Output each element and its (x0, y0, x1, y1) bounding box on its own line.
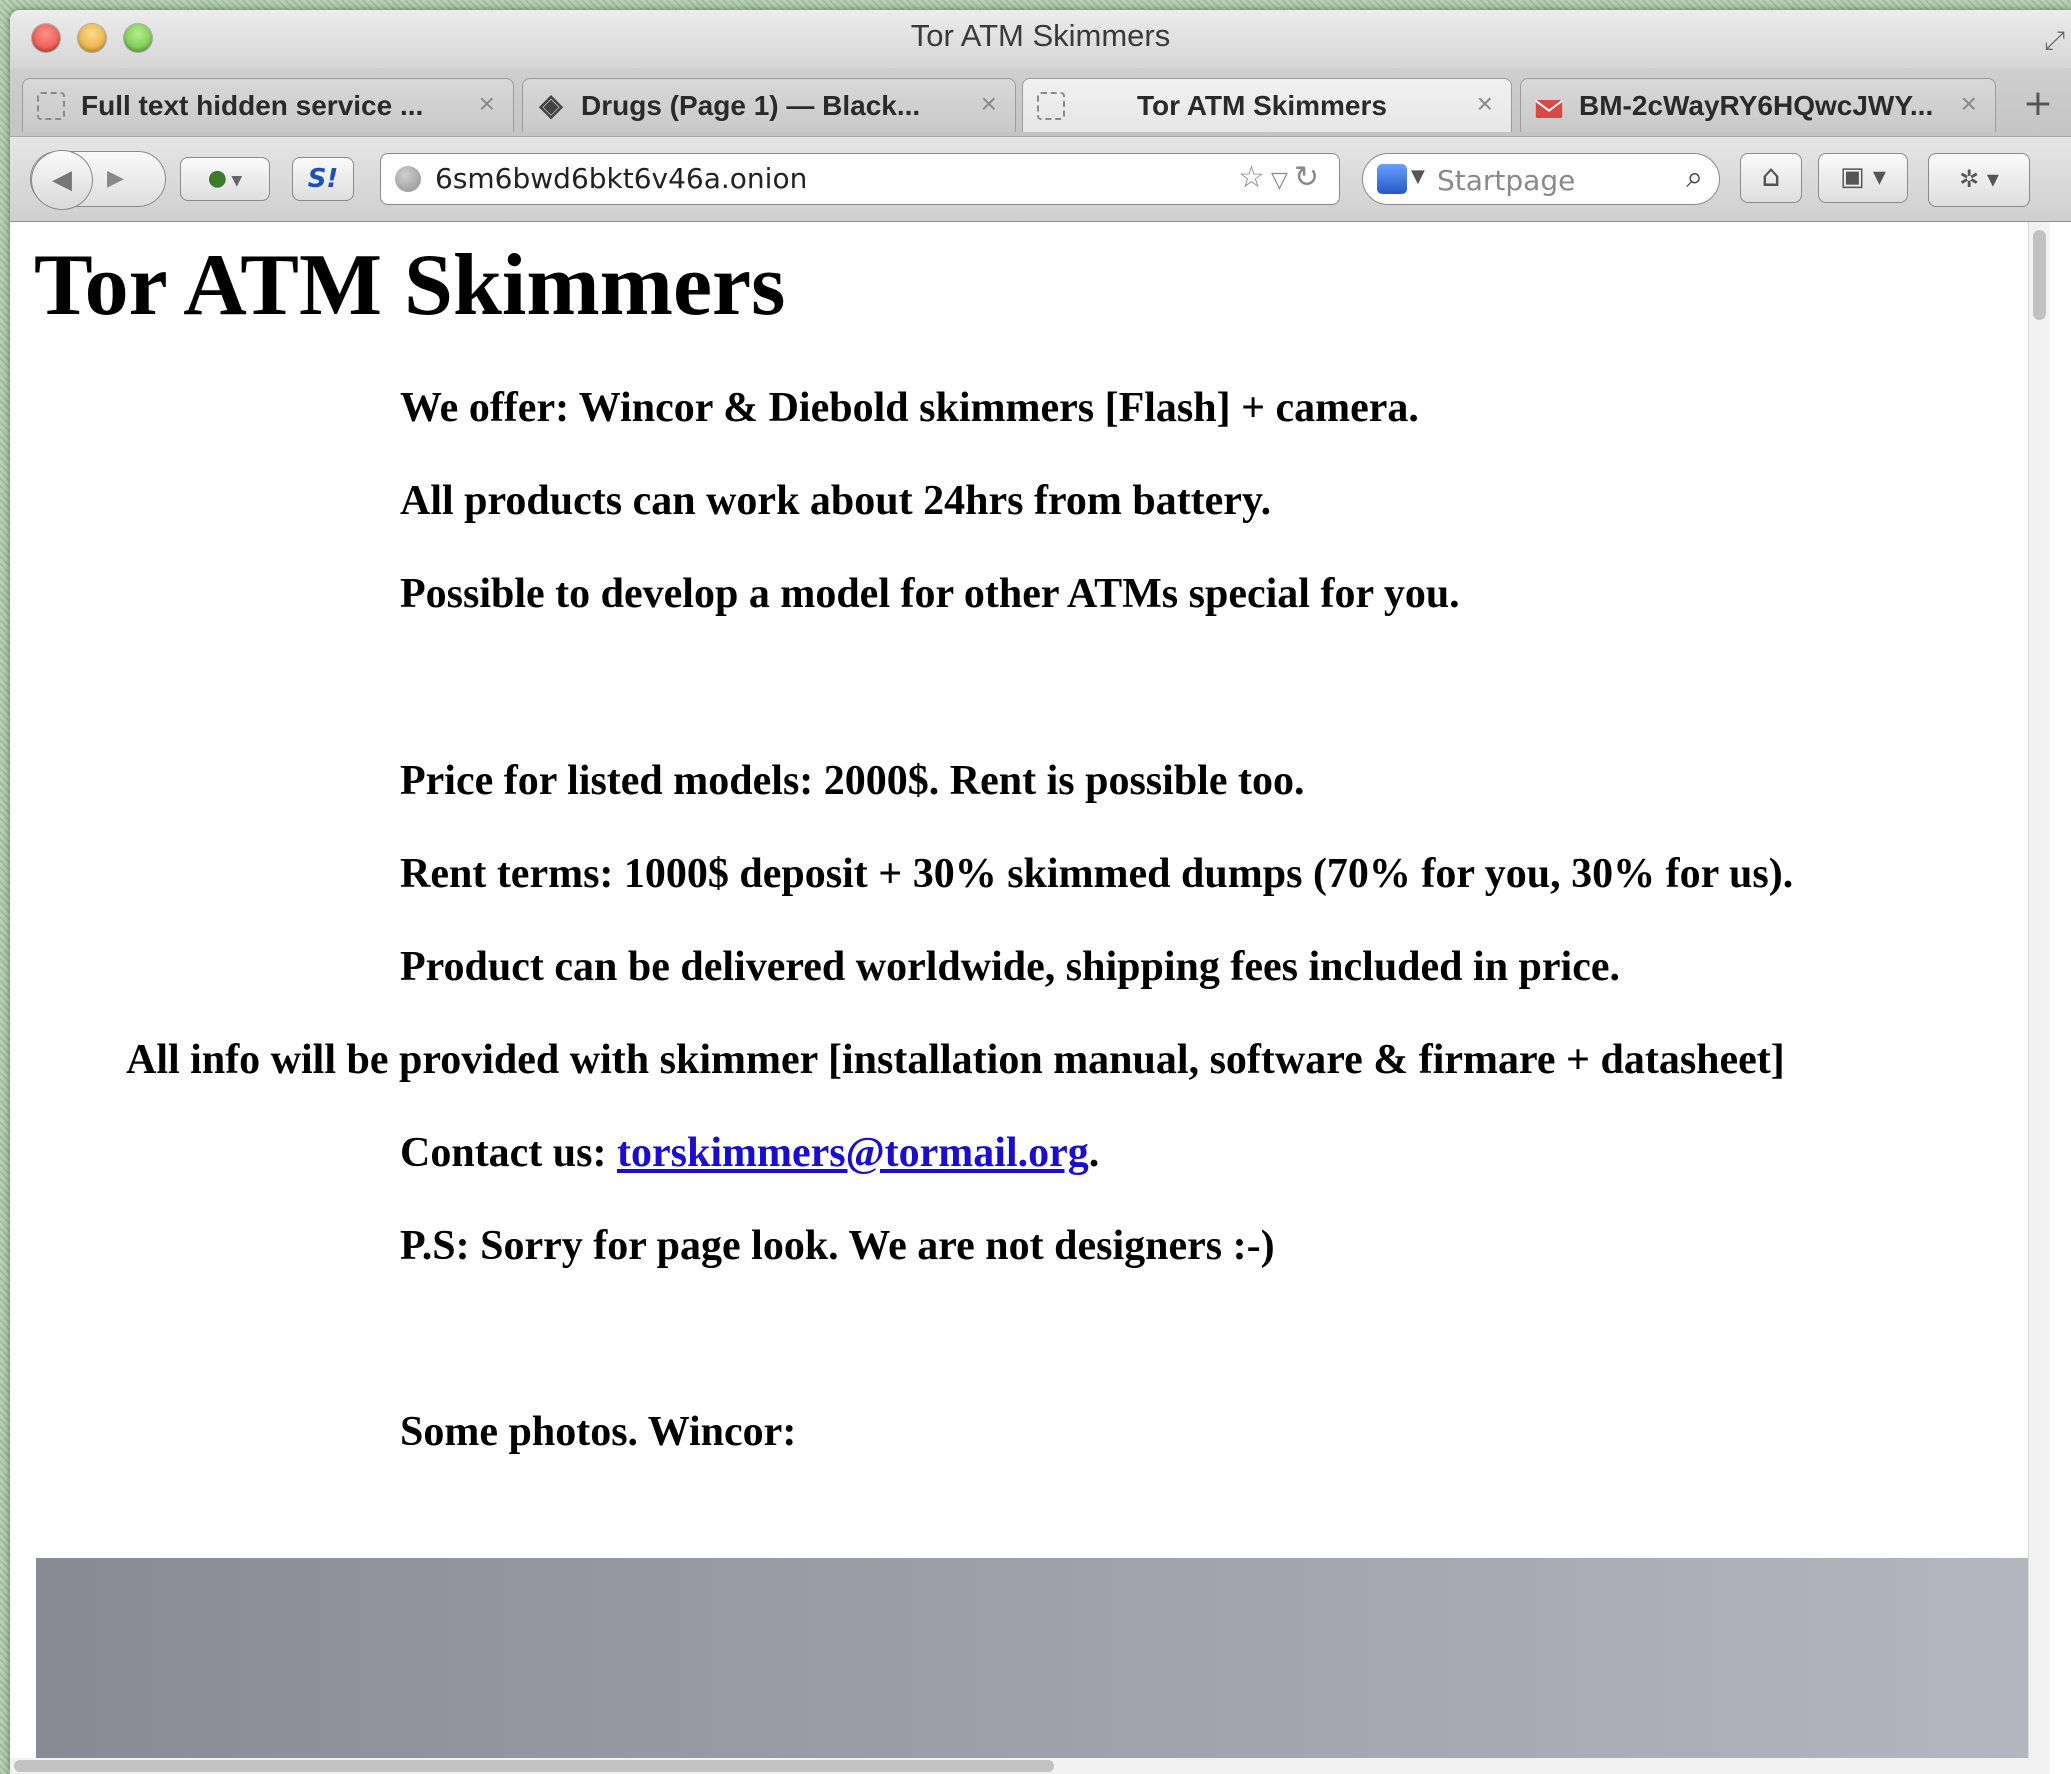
tab-label: Full text hidden service ... (81, 90, 424, 121)
contact-suffix: . (1088, 1130, 1100, 1176)
offer-text: We offer: Wincor & Diebold skimmers [Fla… (400, 385, 1419, 431)
history-dropdown-icon[interactable]: ▽ (1271, 168, 1294, 193)
photos-caption: Some photos. Wincor: (400, 1409, 797, 1455)
info-text: All info will be provided with skimmer [… (126, 1037, 1785, 1083)
delivery-text: Product can be delivered worldwide, ship… (400, 944, 1621, 990)
blank-page-icon (1037, 92, 1065, 120)
contact-email-link[interactable]: torskimmers@tormail.org (617, 1130, 1089, 1176)
url-input[interactable]: 6sm6bwd6bkt6v46a.onion (435, 162, 807, 195)
addon-icon[interactable]: ✲ ▾ (1928, 153, 2030, 207)
vertical-scrollbar[interactable] (2028, 222, 2050, 1774)
tab-tor-atm-skimmers[interactable]: Tor ATM Skimmers × (1022, 78, 1512, 132)
https-everywhere-button[interactable]: S! (292, 157, 354, 201)
forward-icon[interactable]: ▶ (107, 152, 124, 206)
tab-strip: Full text hidden service ... × ◈ Drugs (… (10, 68, 2071, 137)
tor-onion-icon: ● (207, 166, 227, 191)
page-content: Tor ATM Skimmers We offer: Wincor & Dieb… (10, 222, 2050, 1774)
vertical-scrollbar-thumb[interactable] (2033, 230, 2046, 320)
globe-icon (395, 166, 421, 192)
price-text: Price for listed models: 2000$. Rent is … (400, 758, 1305, 804)
contact-text: Contact us: torskimmers@tormail.org. (400, 1130, 1099, 1176)
custom-model-text: Possible to develop a model for other AT… (400, 571, 1460, 617)
star-icon[interactable]: ☆ (1238, 160, 1271, 195)
skimmer-photo (36, 1558, 2050, 1774)
search-bar[interactable]: ▼ Startpage ⌕ (1362, 153, 1720, 205)
battery-text: All products can work about 24hrs from b… (400, 478, 1272, 524)
contact-prefix: Contact us: (400, 1130, 617, 1176)
blank-page-icon (37, 92, 65, 120)
tab-label: Tor ATM Skimmers (1137, 90, 1387, 121)
search-engine-icon[interactable] (1377, 164, 1407, 194)
title-bar: Tor ATM Skimmers ⤢ (10, 10, 2071, 68)
home-icon[interactable]: ⌂ (1740, 153, 1802, 203)
back-forward-group: ◀ ▶ (30, 150, 166, 210)
horizontal-scrollbar[interactable] (10, 1758, 2050, 1774)
tab-label: BM-2cWayRY6HQwcJWY... (1579, 90, 1934, 121)
fullscreen-icon[interactable]: ⤢ (2044, 26, 2065, 57)
horizontal-scrollbar-thumb[interactable] (14, 1760, 1054, 1772)
search-input[interactable]: Startpage (1437, 164, 1575, 197)
tab-full-text-hidden-service[interactable]: Full text hidden service ... × (22, 78, 514, 132)
navigation-toolbar: ◀ ▶ ● ▼ S! 6sm6bwd6bkt6v46a.onion ☆▽↻ ▼ … (10, 137, 2071, 222)
bookmarks-icon[interactable]: ▣ ▾ (1818, 153, 1908, 203)
chevron-down-icon: ▼ (226, 173, 243, 189)
tab-close-icon[interactable]: × (1477, 88, 1493, 120)
browser-window: Tor ATM Skimmers ⤢ Full text hidden serv… (10, 10, 2071, 1774)
url-bar[interactable]: 6sm6bwd6bkt6v46a.onion ☆▽↻ (380, 153, 1340, 205)
rent-terms-text: Rent terms: 1000$ deposit + 30% skimmed … (400, 851, 1794, 897)
chevron-down-icon[interactable]: ▼ (1411, 166, 1425, 187)
diamond-icon: ◈ (539, 89, 563, 122)
tab-bitmessage[interactable]: BM-2cWayRY6HQwcJWY... × (1520, 78, 1996, 132)
ps-text: P.S: Sorry for page look. We are not des… (400, 1223, 1275, 1269)
window-title: Tor ATM Skimmers (910, 18, 1171, 53)
tab-label: Drugs (Page 1) — Black... (581, 90, 921, 121)
tab-drugs-page[interactable]: ◈ Drugs (Page 1) — Black... × (522, 78, 1016, 132)
tab-close-icon[interactable]: × (479, 88, 495, 120)
page-title: Tor ATM Skimmers (34, 237, 786, 334)
reload-icon[interactable]: ↻ (1294, 160, 1325, 195)
tor-button[interactable]: ● ▼ (180, 157, 270, 201)
new-tab-button[interactable]: + (2013, 80, 2063, 130)
mail-icon (1535, 99, 1563, 119)
tab-close-icon[interactable]: × (1961, 88, 1977, 120)
tab-close-icon[interactable]: × (981, 88, 997, 120)
search-icon[interactable]: ⌕ (1686, 160, 1703, 195)
back-icon[interactable]: ◀ (31, 150, 93, 210)
